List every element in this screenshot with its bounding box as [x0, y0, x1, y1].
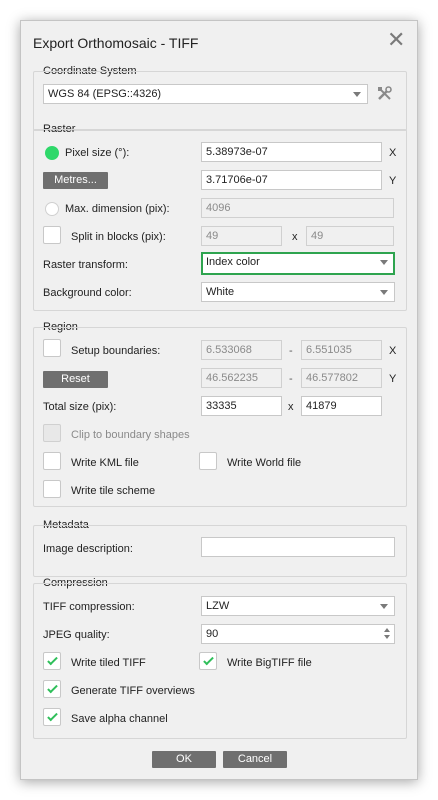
write-tiled-tiff-label: Write tiled TIFF [71, 657, 146, 669]
setup-boundaries-checkbox[interactable] [43, 339, 61, 357]
write-bigtiff-checkbox[interactable] [199, 652, 217, 670]
pixel-size-x-input[interactable]: 5.38973e-07 [201, 142, 382, 162]
export-orthomosaic-dialog: Export Orthomosaic - TIFF ✕ Coordinate S… [20, 20, 418, 780]
jpeg-quality-spinner[interactable]: 90 [201, 624, 395, 644]
total-height-input[interactable]: 41879 [301, 396, 382, 416]
chevron-down-icon [380, 260, 388, 265]
write-world-label: Write World file [227, 457, 302, 469]
dialog-title: Export Orthomosaic - TIFF [33, 35, 199, 51]
split-blocks-checkbox[interactable] [43, 226, 61, 244]
x-min-input[interactable]: 6.533068 [201, 340, 282, 360]
y-axis-label: Y [389, 175, 397, 187]
write-bigtiff-label: Write BigTIFF file [227, 657, 312, 669]
coordinate-system-select[interactable]: WGS 84 (EPSG::4326) [43, 84, 368, 104]
total-width-input[interactable]: 33335 [201, 396, 282, 416]
spin-down-icon[interactable] [384, 635, 390, 639]
total-x-separator: x [288, 401, 294, 413]
x-axis-label: X [389, 147, 397, 159]
pixel-size-label: Pixel size (°): [65, 147, 130, 159]
background-color-select[interactable]: White [201, 282, 395, 302]
write-tile-scheme-label: Write tile scheme [71, 485, 156, 497]
write-world-checkbox[interactable] [199, 452, 217, 470]
x-range-dash: - [289, 345, 293, 357]
raster-transform-label: Raster transform: [43, 259, 128, 271]
write-kml-label: Write KML file [71, 457, 139, 469]
setup-boundaries-label: Setup boundaries: [71, 345, 161, 357]
save-alpha-label: Save alpha channel [71, 713, 168, 725]
x-max-input[interactable]: 6.551035 [301, 340, 382, 360]
tools-icon[interactable] [376, 85, 394, 103]
split-height-input[interactable]: 49 [306, 226, 394, 246]
chevron-down-icon [380, 604, 388, 609]
tiff-compression-label: TIFF compression: [43, 601, 135, 613]
cancel-button[interactable]: Cancel [223, 751, 287, 768]
clip-boundary-checkbox[interactable] [43, 424, 61, 442]
region-y-axis-label: Y [389, 373, 397, 385]
max-dimension-radio[interactable] [45, 202, 59, 216]
raster-transform-value: Index color [206, 256, 260, 268]
pixel-size-y-input[interactable]: 3.71706e-07 [201, 170, 382, 190]
clip-boundary-label: Clip to boundary shapes [71, 429, 190, 441]
coordinate-system-value: WGS 84 (EPSG::4326) [48, 88, 162, 100]
max-dimension-label: Max. dimension (pix): [65, 203, 170, 215]
image-description-input[interactable] [201, 537, 395, 557]
generate-overviews-label: Generate TIFF overviews [71, 685, 195, 697]
chevron-down-icon [353, 92, 361, 97]
tiff-compression-select[interactable]: LZW [201, 596, 395, 616]
tiff-compression-value: LZW [206, 600, 230, 612]
chevron-down-icon [380, 290, 388, 295]
jpeg-quality-label: JPEG quality: [43, 629, 110, 641]
reset-button[interactable]: Reset [43, 371, 108, 388]
background-color-value: White [206, 286, 235, 298]
region-x-axis-label: X [389, 345, 397, 357]
raster-transform-select[interactable]: Index color [201, 252, 395, 275]
metres-button[interactable]: Metres... [43, 172, 108, 189]
total-size-label: Total size (pix): [43, 401, 117, 413]
image-description-label: Image description: [43, 543, 133, 555]
y-range-dash: - [289, 373, 293, 385]
checkmark-icon [47, 654, 58, 666]
background-color-label: Background color: [43, 287, 132, 299]
jpeg-quality-value: 90 [206, 628, 219, 640]
close-icon[interactable]: ✕ [387, 29, 405, 51]
generate-overviews-checkbox[interactable] [43, 680, 61, 698]
spin-up-icon[interactable] [384, 628, 390, 632]
write-kml-checkbox[interactable] [43, 452, 61, 470]
checkmark-icon [47, 682, 58, 694]
checkmark-icon [47, 710, 58, 722]
split-width-input[interactable]: 49 [201, 226, 282, 246]
write-tiled-tiff-checkbox[interactable] [43, 652, 61, 670]
save-alpha-checkbox[interactable] [43, 708, 61, 726]
checkmark-icon [203, 654, 214, 666]
y-min-input[interactable]: 46.562235 [201, 368, 282, 388]
split-x-separator: x [292, 231, 298, 243]
write-tile-scheme-checkbox[interactable] [43, 480, 61, 498]
pixel-size-radio[interactable] [45, 146, 59, 160]
y-max-input[interactable]: 46.577802 [301, 368, 382, 388]
split-blocks-label: Split in blocks (pix): [71, 231, 166, 243]
ok-button[interactable]: OK [152, 751, 216, 768]
max-dimension-input[interactable]: 4096 [201, 198, 394, 218]
